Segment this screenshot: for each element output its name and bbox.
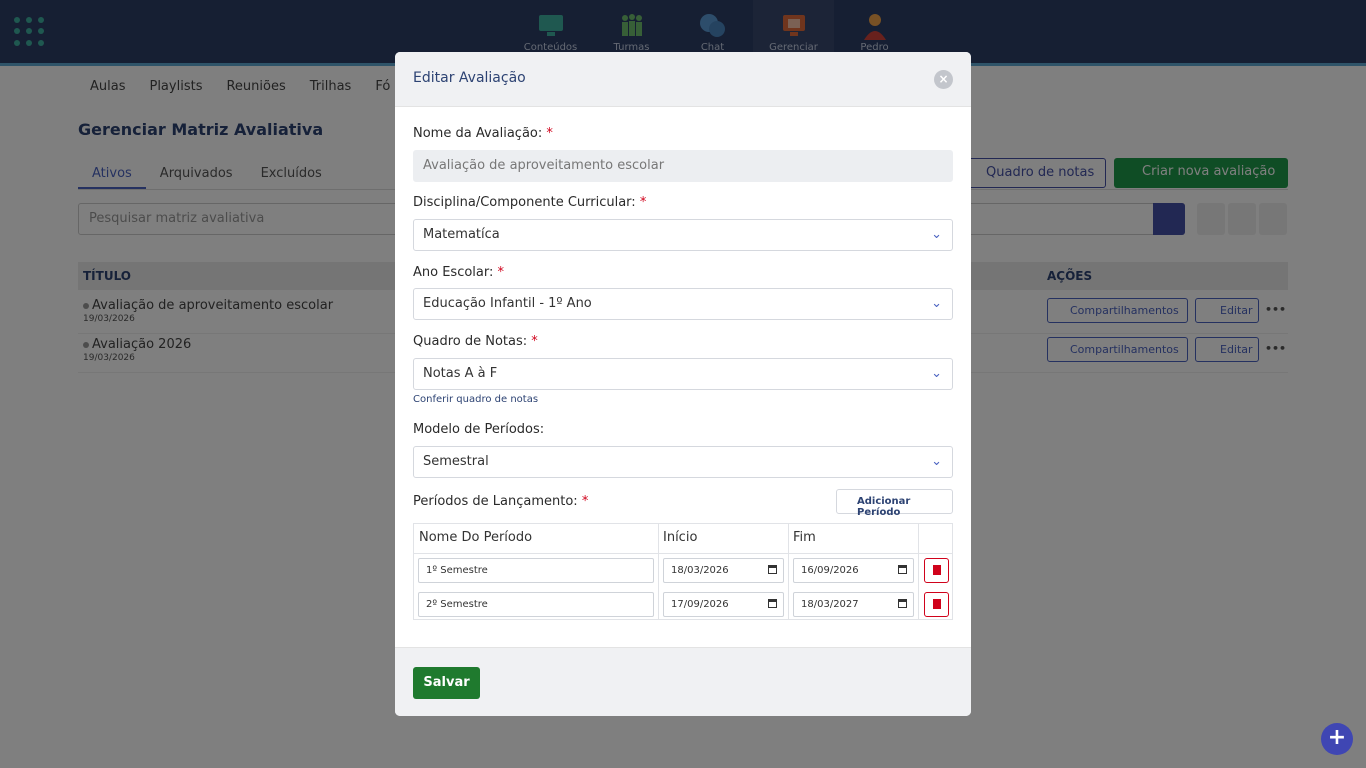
ano-select[interactable]: Educação Infantil - 1º Ano ⌄ <box>413 288 953 320</box>
nome-field[interactable]: Avaliação de aproveitamento escolar <box>413 150 953 182</box>
quadro-select[interactable]: Notas A à F ⌄ <box>413 358 953 390</box>
periodo-inicio-input[interactable]: 17/09/2026 <box>663 592 784 617</box>
disciplina-label: Disciplina/Componente Curricular: * <box>413 195 647 210</box>
fim-value: 16/09/2026 <box>801 565 859 576</box>
modal-title: Editar Avaliação <box>413 70 526 86</box>
calendar-icon[interactable] <box>768 565 777 574</box>
periodos-label-text: Períodos de Lançamento: <box>413 494 578 509</box>
periodo-row: 2º Semestre 17/09/2026 18/03/2027 <box>414 588 952 621</box>
edit-evaluation-modal: Editar Avaliação × Nome da Avaliação: * … <box>395 52 971 716</box>
fim-value: 18/03/2027 <box>801 599 859 610</box>
delete-periodo-button[interactable] <box>924 558 949 583</box>
nome-label-text: Nome da Avaliação: <box>413 126 543 141</box>
inicio-value: 17/09/2026 <box>671 599 729 610</box>
delete-periodo-button[interactable] <box>924 592 949 617</box>
calendar-icon[interactable] <box>898 599 907 608</box>
periodo-fim-input[interactable]: 16/09/2026 <box>793 558 914 583</box>
ano-value: Educação Infantil - 1º Ano <box>423 296 592 311</box>
inicio-value: 18/03/2026 <box>671 565 729 576</box>
modal-footer: Salvar <box>395 647 971 716</box>
col-nome: Nome Do Período <box>419 530 533 545</box>
add-periodo-button[interactable]: Adicionar Período <box>836 489 953 518</box>
periodos-label: Períodos de Lançamento: * <box>413 494 589 509</box>
quadro-label-text: Quadro de Notas: <box>413 334 528 349</box>
modelo-label: Modelo de Períodos: <box>413 422 545 437</box>
disciplina-value: Matematíca <box>423 227 500 242</box>
periodo-nome-input[interactable]: 1º Semestre <box>418 558 654 583</box>
periodo-nome-input[interactable]: 2º Semestre <box>418 592 654 617</box>
add-periodo-label: Adicionar Período <box>857 496 911 518</box>
modal-header: Editar Avaliação × <box>395 52 971 107</box>
calendar-icon[interactable] <box>898 565 907 574</box>
modelo-select[interactable]: Semestral ⌄ <box>413 446 953 478</box>
periodos-table: Nome Do Período Início Fim 1º Semestre 1… <box>413 523 953 620</box>
add-fab-button[interactable]: + <box>1321 723 1353 755</box>
save-button[interactable]: Salvar <box>413 667 480 699</box>
chevron-down-icon: ⌄ <box>931 296 942 311</box>
periodos-header-row: Nome Do Período Início Fim <box>414 524 952 554</box>
trash-icon <box>933 599 941 609</box>
periodo-fim-input[interactable]: 18/03/2027 <box>793 592 914 617</box>
chevron-down-icon: ⌄ <box>931 366 942 381</box>
chevron-down-icon: ⌄ <box>931 454 942 469</box>
periodo-row: 1º Semestre 18/03/2026 16/09/2026 <box>414 554 952 587</box>
col-inicio: Início <box>663 530 698 545</box>
ano-label-text: Ano Escolar: <box>413 265 494 280</box>
chevron-down-icon: ⌄ <box>931 227 942 242</box>
modelo-value: Semestral <box>423 454 489 469</box>
disciplina-label-text: Disciplina/Componente Curricular: <box>413 195 636 210</box>
disciplina-select[interactable]: Matematíca ⌄ <box>413 219 953 251</box>
conferir-quadro-link[interactable]: Conferir quadro de notas <box>413 394 538 405</box>
close-icon[interactable]: × <box>934 70 953 89</box>
nome-label: Nome da Avaliação: * <box>413 126 553 141</box>
calendar-icon[interactable] <box>768 599 777 608</box>
col-fim: Fim <box>793 530 816 545</box>
trash-icon <box>933 565 941 575</box>
quadro-value: Notas A à F <box>423 366 498 381</box>
ano-label: Ano Escolar: * <box>413 265 505 280</box>
periodo-inicio-input[interactable]: 18/03/2026 <box>663 558 784 583</box>
quadro-label: Quadro de Notas: * <box>413 334 538 349</box>
